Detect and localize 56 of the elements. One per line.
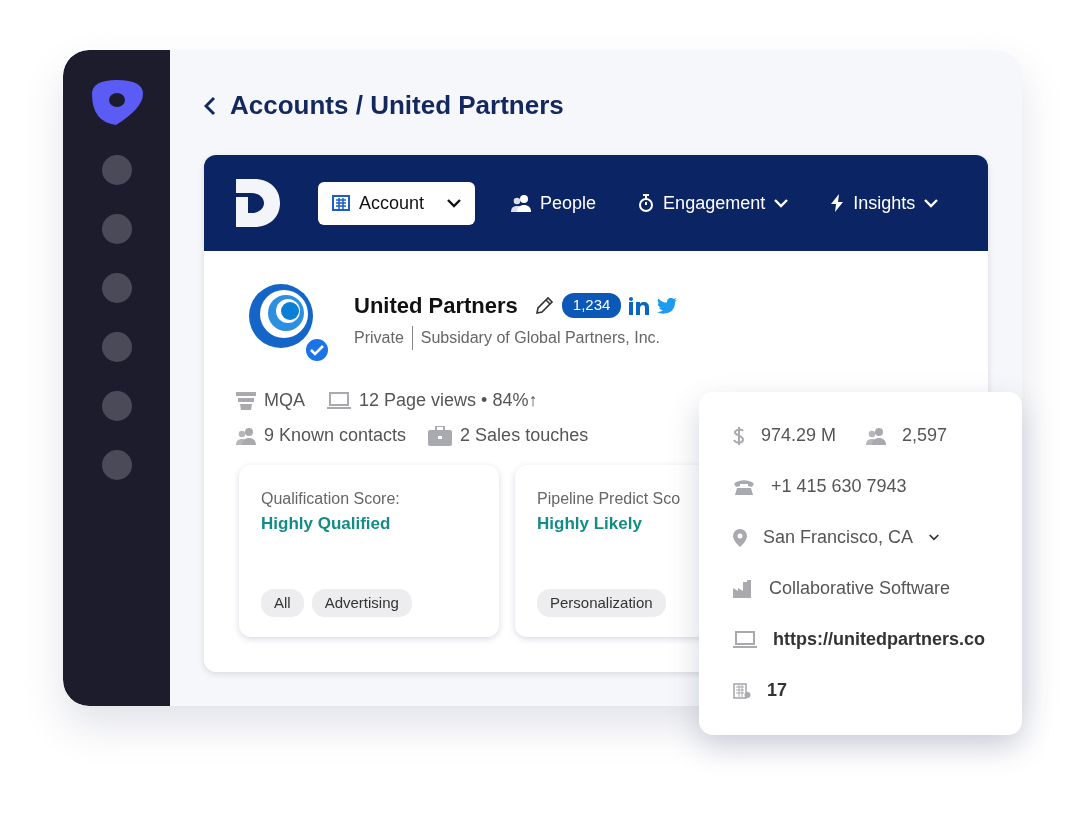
people-icon [236,426,256,445]
pencil-icon [533,296,554,317]
company-logo-icon [248,281,314,351]
sidebar-item[interactable] [101,391,132,421]
score-label: Qualification Score: [261,489,401,509]
briefcase-icon [428,425,453,446]
sidebar-item[interactable] [101,332,132,362]
sidebar-item[interactable] [101,273,132,303]
sidebar-item[interactable] [101,214,132,244]
stat-text: 9 Known contacts [264,424,407,447]
detail-text: 17 [767,679,788,702]
detail-text: 974.29 M [761,424,837,447]
stat-text: MQA [264,389,305,412]
company-name: United Partners [354,292,518,320]
stopwatch-icon [638,194,655,212]
people-icon [866,426,887,445]
lightning-icon [830,194,845,212]
breadcrumb: Accounts / United Partners [230,89,564,122]
linkedin-link[interactable] [629,296,650,315]
tag: Personalization [537,588,666,617]
tag: All [261,588,304,617]
bird-icon [657,297,678,314]
funnel-icon [236,391,256,410]
score-label: Pipeline Predict Sco [537,489,682,509]
parent-company-text: Subsidary of Global Partners, Inc. [420,328,661,348]
laptop-icon [327,392,351,409]
people-icon [511,194,532,212]
nav-tab[interactable]: Account [318,181,476,225]
sidebar-item[interactable] [101,450,132,480]
count-badge: 1,234 [561,293,622,318]
nav-tab[interactable]: Engagement [632,181,795,225]
score-value: Highly Qualified [261,513,392,535]
nav-tab[interactable]: Insights [824,181,945,225]
detail-text: 2,597 [902,424,948,447]
nav-tab[interactable]: People [505,181,603,225]
dollar-icon [733,425,745,446]
building-icon [332,195,350,211]
laptop-icon [733,631,757,648]
location-pin-icon [733,528,747,547]
ownership-text: Private [354,328,404,348]
stat-text: 12 Page views • 84%↑ [359,389,538,412]
sidebar-item[interactable] [101,155,132,185]
tag: Advertising [311,588,412,617]
score-value: Highly Likely [537,513,643,535]
logo-icon [89,78,144,126]
linkedin-icon [629,296,650,315]
detail-text: Collaborative Software [769,577,951,600]
stat-text: 2 Sales touches [460,424,589,447]
brand-logo-icon [236,179,280,227]
detail-text: San Francisco, CA [763,526,914,549]
twitter-link[interactable] [657,297,678,314]
telephone-icon [733,478,755,495]
detail-text: https://unitedpartners.co [773,628,985,651]
factory-icon [733,579,753,598]
detail-text: +1 415 630 7943 [771,475,907,498]
office-building-icon [733,682,751,699]
